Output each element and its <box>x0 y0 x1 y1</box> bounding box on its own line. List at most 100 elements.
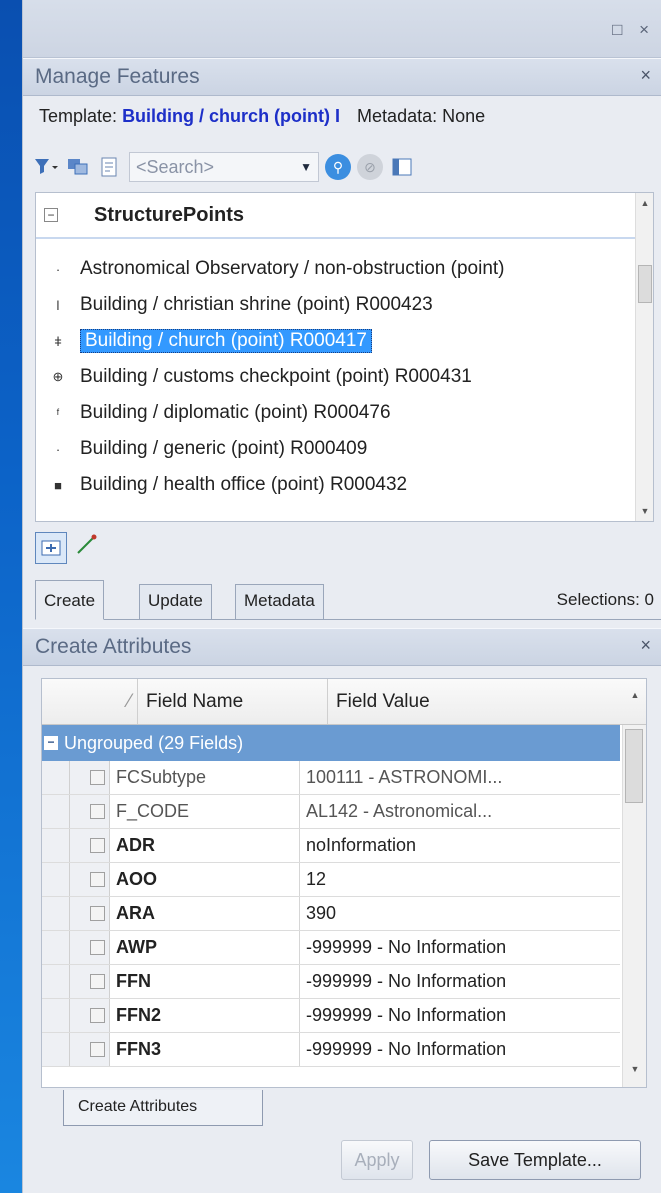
clear-search-icon: ⊘ <box>357 154 383 180</box>
template-item-label: Building / church (point) R000417 <box>80 329 373 353</box>
col-field-value[interactable]: Field Value <box>328 679 646 724</box>
tab-create[interactable]: Create <box>35 580 105 620</box>
row-checkbox[interactable] <box>90 804 105 819</box>
metadata-label: Metadata: <box>357 106 438 126</box>
field-value-cell[interactable]: -999999 - No Information <box>300 999 620 1032</box>
scroll-down-arrow[interactable]: ▼ <box>636 501 653 521</box>
template-item[interactable]: ǀ Building / christian shrine (point) R00… <box>36 287 653 323</box>
search-dropdown-icon[interactable]: ▼ <box>300 160 312 174</box>
save-template-button[interactable]: Save Template... <box>429 1140 641 1180</box>
field-value-cell[interactable]: 12 <box>300 863 620 896</box>
view-options-icon[interactable] <box>389 155 415 179</box>
attributes-scrollbar[interactable]: ▲ ▼ <box>622 690 646 1087</box>
field-name-cell: AOO <box>110 863 300 896</box>
attr-scroll-thumb[interactable] <box>625 729 643 803</box>
scroll-thumb[interactable] <box>638 265 652 303</box>
template-item[interactable]: ■ Building / health office (point) R00043… <box>36 467 653 503</box>
row-checkbox-cell <box>70 863 110 896</box>
field-value-cell[interactable]: 100111 - ASTRONOMI... <box>300 761 620 794</box>
row-checkbox[interactable] <box>90 838 105 853</box>
organize-templates-icon[interactable] <box>65 155 91 179</box>
tab-create-attributes[interactable]: Create Attributes <box>63 1090 263 1126</box>
row-selector[interactable] <box>42 1033 70 1066</box>
tab-metadata[interactable]: Metadata <box>235 584 324 620</box>
row-checkbox-cell <box>70 829 110 862</box>
row-checkbox-cell <box>70 795 110 828</box>
create-attributes-close-button[interactable]: × <box>640 635 651 656</box>
field-value-cell[interactable]: noInformation <box>300 829 620 862</box>
window-controls[interactable]: □ × <box>612 20 655 40</box>
field-value-cell[interactable]: -999999 - No Information <box>300 965 620 998</box>
new-template-icon[interactable] <box>97 155 123 179</box>
layer-name: StructurePoints <box>94 203 245 226</box>
row-checkbox-cell <box>70 931 110 964</box>
sort-indicator-icon[interactable]: ⁄ <box>42 679 138 724</box>
attr-scroll-up-arrow[interactable]: ▲ <box>623 685 646 705</box>
tree-layer-header: − StructurePoints <box>36 193 653 239</box>
window-title-strip: □ × <box>23 0 661 58</box>
search-input[interactable]: <Search> ▼ <box>129 152 319 182</box>
manage-features-close-button[interactable]: × <box>640 65 651 86</box>
group-row[interactable]: − Ungrouped (29 Fields) <box>42 725 620 761</box>
search-placeholder: <Search> <box>136 156 215 177</box>
template-tree: − StructurePoints · Astronomical Observat… <box>35 192 654 522</box>
row-checkbox[interactable] <box>90 940 105 955</box>
row-checkbox[interactable] <box>90 770 105 785</box>
field-value-cell[interactable]: AL142 - Astronomical... <box>300 795 620 828</box>
template-symbol-icon: ǂ <box>54 333 62 349</box>
grid-rows: FCSubtype 100111 - ASTRONOMI... F_CODE AL14… <box>42 761 646 1067</box>
row-selector[interactable] <box>42 829 70 862</box>
template-row: Template: Building / church (point) I Me… <box>23 98 661 136</box>
field-name-cell: F_CODE <box>110 795 300 828</box>
row-checkbox[interactable] <box>90 974 105 989</box>
row-selector[interactable] <box>42 965 70 998</box>
attribute-row[interactable]: FFN3 -999999 - No Information <box>42 1033 620 1067</box>
template-name-link[interactable]: Building / church (point) I <box>122 106 340 126</box>
row-checkbox[interactable] <box>90 1042 105 1057</box>
template-item[interactable]: ǂ Building / church (point) R000417 <box>36 323 653 359</box>
row-checkbox-cell <box>70 999 110 1032</box>
filter-dropdown-icon[interactable] <box>33 155 59 179</box>
attribute-row[interactable]: ADR noInformation <box>42 829 620 863</box>
attribute-row[interactable]: F_CODE AL142 - Astronomical... <box>42 795 620 829</box>
row-selector[interactable] <box>42 897 70 930</box>
field-name-cell: FFN2 <box>110 999 300 1032</box>
field-value-cell[interactable]: 390 <box>300 897 620 930</box>
attribute-row[interactable]: FFN2 -999999 - No Information <box>42 999 620 1033</box>
template-symbol-icon: ǀ <box>56 297 60 313</box>
row-selector[interactable] <box>42 863 70 896</box>
template-item-label: Building / diplomatic (point) R000476 <box>80 402 391 423</box>
template-list-scrollbar[interactable]: ▲ ▼ <box>635 193 653 521</box>
row-checkbox[interactable] <box>90 1008 105 1023</box>
group-collapse-icon[interactable]: − <box>44 736 58 750</box>
template-item[interactable]: · Building / generic (point) R000409 <box>36 431 653 467</box>
collapse-toggle[interactable]: − <box>44 208 58 222</box>
search-icon[interactable]: ⚲ <box>325 154 351 180</box>
row-checkbox[interactable] <box>90 872 105 887</box>
row-selector[interactable] <box>42 931 70 964</box>
attribute-row[interactable]: FCSubtype 100111 - ASTRONOMI... <box>42 761 620 795</box>
row-checkbox-cell <box>70 1033 110 1066</box>
line-tool-icon[interactable] <box>75 534 97 562</box>
scroll-up-arrow[interactable]: ▲ <box>636 193 653 213</box>
template-item[interactable]: ⊕ Building / customs checkpoint (point) R… <box>36 359 653 395</box>
template-item[interactable]: ᶠ Building / diplomatic (point) R000476 <box>36 395 653 431</box>
col-field-name[interactable]: Field Name <box>138 679 328 724</box>
row-selector[interactable] <box>42 761 70 794</box>
template-item[interactable]: · Astronomical Observatory / non-obstruct… <box>36 251 653 287</box>
tab-update[interactable]: Update <box>139 584 212 620</box>
row-checkbox-cell <box>70 761 110 794</box>
field-value-cell[interactable]: -999999 - No Information <box>300 1033 620 1066</box>
attribute-row[interactable]: ARA 390 <box>42 897 620 931</box>
field-name-cell: FFN3 <box>110 1033 300 1066</box>
attribute-row[interactable]: AOO 12 <box>42 863 620 897</box>
attribute-row[interactable]: FFN -999999 - No Information <box>42 965 620 999</box>
row-selector[interactable] <box>42 795 70 828</box>
row-selector[interactable] <box>42 999 70 1032</box>
attribute-row[interactable]: AWP -999999 - No Information <box>42 931 620 965</box>
apply-button[interactable]: Apply <box>341 1140 413 1180</box>
point-tool-icon[interactable] <box>35 532 67 564</box>
attr-scroll-down-arrow[interactable]: ▼ <box>623 1059 646 1079</box>
field-value-cell[interactable]: -999999 - No Information <box>300 931 620 964</box>
row-checkbox[interactable] <box>90 906 105 921</box>
